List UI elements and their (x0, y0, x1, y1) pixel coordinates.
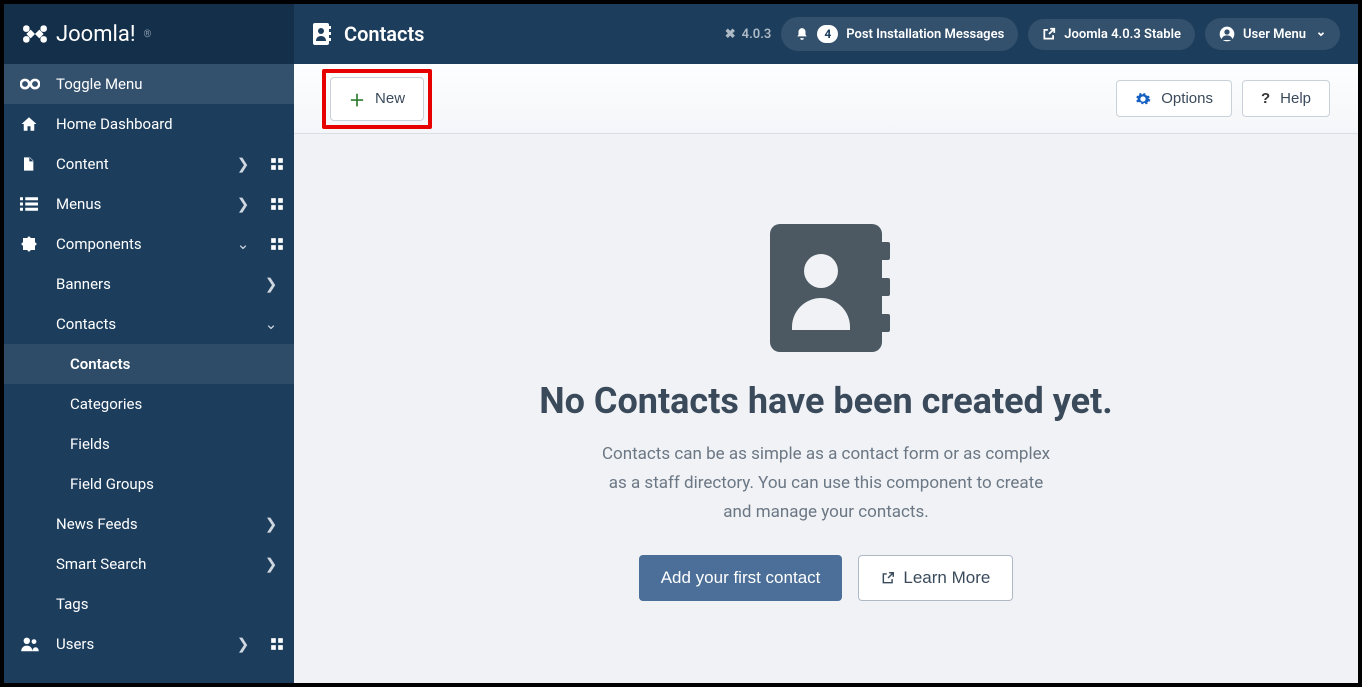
sidebar-sub2-contacts[interactable]: Contacts (4, 344, 294, 384)
add-first-contact-button[interactable]: Add your first contact (639, 555, 843, 601)
joomla-small-icon: ✖ (725, 27, 736, 42)
list-icon (20, 197, 42, 211)
home-icon (20, 115, 42, 133)
sidebar-item-content[interactable]: Content ❯ (4, 144, 294, 184)
sidebar-sub2-categories[interactable]: Categories (4, 384, 294, 424)
contacts-book-icon (312, 23, 332, 45)
sidebar-sub-news-feeds[interactable]: News Feeds ❯ (4, 504, 294, 544)
help-button[interactable]: ? Help (1242, 80, 1330, 117)
new-button[interactable]: ＋ New (330, 77, 424, 121)
chevron-down-icon (1316, 29, 1326, 39)
file-icon (20, 155, 42, 173)
main: ＋ New Options ? Help (294, 64, 1358, 683)
chevron-right-icon: ❯ (236, 155, 250, 173)
empty-state-title: No Contacts have been created yet. (539, 380, 1112, 422)
options-button[interactable]: Options (1116, 80, 1232, 117)
grid-icon[interactable] (264, 237, 278, 251)
external-link-icon (881, 571, 895, 585)
grid-icon[interactable] (264, 157, 278, 171)
learn-more-button[interactable]: Learn More (858, 555, 1013, 601)
grid-icon[interactable] (264, 197, 278, 211)
toggle-menu-button[interactable]: Toggle Menu (4, 64, 294, 104)
sidebar-sub2-fields[interactable]: Fields (4, 424, 294, 464)
post-install-label: Post Installation Messages (846, 27, 1004, 42)
sidebar-sub-contacts[interactable]: Contacts ⌄ (4, 304, 294, 344)
user-menu-button[interactable]: User Menu (1205, 18, 1340, 50)
chevron-right-icon: ❯ (264, 275, 278, 293)
version-short[interactable]: ✖ 4.0.3 (725, 27, 772, 42)
brand-logo[interactable]: Joomla! ® (4, 4, 294, 64)
puzzle-icon (20, 235, 42, 253)
sidebar: Toggle Menu Home Dashboard Content ❯ (4, 64, 294, 683)
chevron-right-icon: ❯ (264, 515, 278, 533)
empty-state-icon (770, 224, 882, 352)
page-title: Contacts (312, 22, 424, 46)
chevron-down-icon: ⌄ (264, 315, 278, 333)
chevron-right-icon: ❯ (264, 555, 278, 573)
chevron-right-icon: ❯ (236, 635, 250, 653)
chevron-right-icon: ❯ (236, 195, 250, 213)
brand-name: Joomla! (56, 22, 136, 47)
users-icon (20, 636, 42, 652)
grid-icon[interactable] (264, 637, 278, 651)
sidebar-sub2-field-groups[interactable]: Field Groups (4, 464, 294, 504)
chevron-down-icon: ⌄ (236, 235, 250, 253)
gear-icon (1135, 91, 1151, 107)
user-icon (1219, 26, 1235, 42)
version-long-button[interactable]: Joomla 4.0.3 Stable (1028, 19, 1195, 50)
annotation-highlight: ＋ New (322, 69, 432, 129)
sidebar-sub-smart-search[interactable]: Smart Search ❯ (4, 544, 294, 584)
sidebar-sub-banners[interactable]: Banners ❯ (4, 264, 294, 304)
plus-icon: ＋ (349, 87, 365, 111)
external-link-icon (1042, 27, 1056, 41)
sidebar-item-home[interactable]: Home Dashboard (4, 104, 294, 144)
joomla-icon (22, 21, 48, 47)
toggle-icon (20, 77, 42, 91)
sidebar-sub-tags[interactable]: Tags (4, 584, 294, 624)
sidebar-item-menus[interactable]: Menus ❯ (4, 184, 294, 224)
post-install-messages-button[interactable]: 4 Post Installation Messages (781, 17, 1018, 51)
bell-icon (795, 27, 809, 41)
notification-count: 4 (817, 25, 838, 43)
question-icon: ? (1261, 90, 1270, 107)
toolbar: ＋ New Options ? Help (294, 64, 1358, 134)
sidebar-item-users[interactable]: Users ❯ (4, 624, 294, 664)
brand-trademark: ® (144, 29, 152, 40)
page-title-text: Contacts (344, 22, 424, 46)
empty-state-description: Contacts can be as simple as a contact f… (601, 440, 1051, 527)
sidebar-item-components[interactable]: Components ⌄ (4, 224, 294, 264)
header: Joomla!® Contacts ✖ 4.0.3 4 Po (4, 4, 1358, 64)
